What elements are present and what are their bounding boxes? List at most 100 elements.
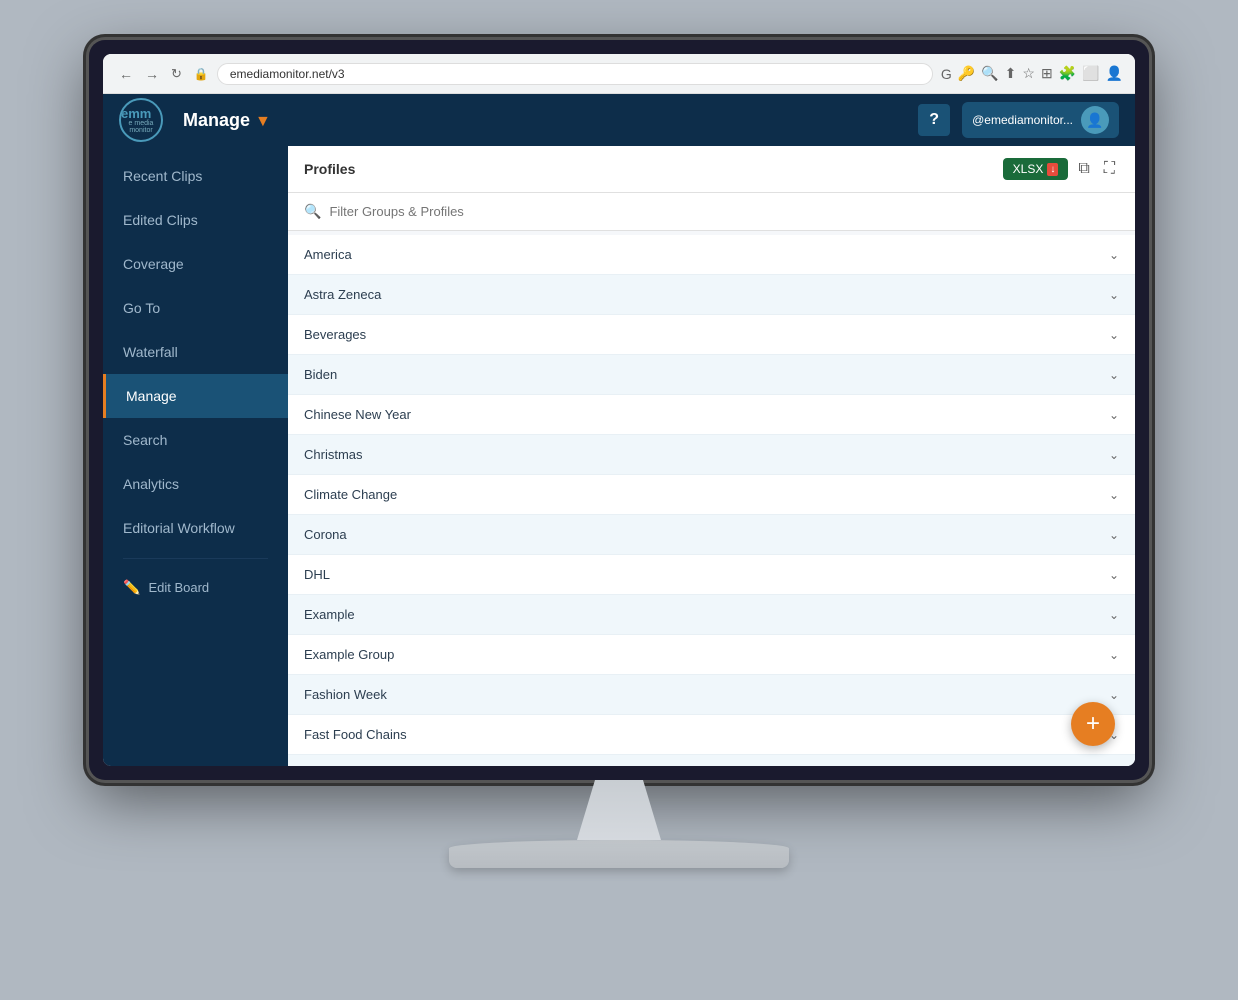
chevron-down-icon: ⌄ <box>1109 528 1119 542</box>
chevron-down-icon: ⌄ <box>1109 608 1119 622</box>
sidebar-label-analytics: Analytics <box>123 476 179 492</box>
profile-name: Fashion Week <box>304 687 387 702</box>
star-icon[interactable]: ☆ <box>1022 65 1035 82</box>
sidebar-item-coverage[interactable]: Coverage <box>103 242 288 286</box>
profile-name: Christmas <box>304 447 363 462</box>
browser-actions: G 🔑 🔍 ⬆ ☆ ⊞ 🧩 ⬜ 👤 <box>941 65 1123 82</box>
list-item[interactable]: Grayling ⌄ <box>288 755 1135 766</box>
help-button[interactable]: ? <box>918 104 950 136</box>
sidebar-label-edited-clips: Edited Clips <box>123 212 198 228</box>
address-bar[interactable]: emediamonitor.net/v3 <box>217 63 933 85</box>
profile-name: Example Group <box>304 647 394 662</box>
puzzle-icon: 🧩 <box>1059 65 1076 82</box>
sidebar-edit-board[interactable]: ✏️ Edit Board <box>103 567 288 608</box>
profile-name: Astra Zeneca <box>304 287 381 302</box>
sidebar-label-goto: Go To <box>123 300 160 316</box>
chevron-down-icon: ⌄ <box>1109 648 1119 662</box>
chevron-down-icon: ⌄ <box>1109 288 1119 302</box>
back-button[interactable]: ← <box>115 64 137 84</box>
sidebar-label-search: Search <box>123 432 167 448</box>
window-icon: ⬜ <box>1082 65 1099 82</box>
sidebar-item-search[interactable]: Search <box>103 418 288 462</box>
chevron-down-icon: ⌄ <box>1109 688 1119 702</box>
app-container: Recent Clips Edited Clips Coverage Go To… <box>103 146 1135 766</box>
chevron-down-icon: ⌄ <box>1109 568 1119 582</box>
profile-name: America <box>304 247 352 262</box>
main-content: Profiles XLSX ↓ ⧉ ⛶ 🔍 <box>288 146 1135 766</box>
sidebar-label-recent-clips: Recent Clips <box>123 168 202 184</box>
list-item[interactable]: Fashion Week ⌄ <box>288 675 1135 715</box>
browser-chrome: ← → ↻ 🔒 emediamonitor.net/v3 G 🔑 🔍 ⬆ ☆ ⊞… <box>103 54 1135 94</box>
sidebar-item-analytics[interactable]: Analytics <box>103 462 288 506</box>
list-item[interactable]: Example ⌄ <box>288 595 1135 635</box>
forward-button[interactable]: → <box>141 64 163 84</box>
profile-name: Example <box>304 607 355 622</box>
sidebar-label-coverage: Coverage <box>123 256 184 272</box>
lock-icon: 🔒 <box>194 67 209 81</box>
avatar: 👤 <box>1081 106 1109 134</box>
profile-name: Beverages <box>304 327 366 342</box>
page-title: Manage ▼ <box>183 110 906 131</box>
edit-board-label: Edit Board <box>148 580 209 595</box>
list-item[interactable]: Christmas ⌄ <box>288 435 1135 475</box>
profiles-list: America ⌄ Astra Zeneca ⌄ Beverages ⌄ B <box>288 231 1135 766</box>
copy-button[interactable]: ⧉ <box>1074 156 1093 182</box>
profile-name: Biden <box>304 367 337 382</box>
profile-name: Chinese New Year <box>304 407 411 422</box>
expand-button[interactable]: ⛶ <box>1100 156 1119 182</box>
sidebar-item-waterfall[interactable]: Waterfall <box>103 330 288 374</box>
profile-name: DHL <box>304 567 330 582</box>
list-item[interactable]: Climate Change ⌄ <box>288 475 1135 515</box>
xlsx-suffix: ↓ <box>1047 163 1058 176</box>
list-item[interactable]: Astra Zeneca ⌄ <box>288 275 1135 315</box>
monitor-neck <box>559 780 679 840</box>
user-area[interactable]: @emediamonitor... 👤 <box>962 102 1119 138</box>
profile-icon: 👤 <box>1106 65 1123 82</box>
logo-subtext: e media monitor <box>121 120 161 134</box>
chevron-down-icon: ⌄ <box>1109 248 1119 262</box>
sidebar-item-manage[interactable]: Manage <box>103 374 288 418</box>
list-item[interactable]: Beverages ⌄ <box>288 315 1135 355</box>
logo-circle: emm e media monitor <box>119 98 163 142</box>
zoom-icon: 🔍 <box>981 65 998 82</box>
list-item[interactable]: Corona ⌄ <box>288 515 1135 555</box>
chevron-down-icon: ⌄ <box>1109 368 1119 382</box>
logo-area: emm e media monitor <box>119 98 163 142</box>
user-name: @emediamonitor... <box>972 113 1073 127</box>
content-title: Profiles <box>304 161 355 177</box>
filter-input[interactable] <box>329 204 1119 219</box>
refresh-button[interactable]: ↻ <box>167 64 186 84</box>
chevron-down-icon: ⌄ <box>1109 448 1119 462</box>
xlsx-button[interactable]: XLSX ↓ <box>1003 158 1069 180</box>
logo-text: emm <box>121 107 161 120</box>
sidebar-label-waterfall: Waterfall <box>123 344 178 360</box>
edit-board-icon: ✏️ <box>123 579 140 596</box>
profile-name: Corona <box>304 527 347 542</box>
sidebar-item-recent-clips[interactable]: Recent Clips <box>103 154 288 198</box>
sidebar-item-goto[interactable]: Go To <box>103 286 288 330</box>
content-header: Profiles XLSX ↓ ⧉ ⛶ <box>288 146 1135 193</box>
google-icon: G <box>941 66 952 82</box>
list-item[interactable]: America ⌄ <box>288 235 1135 275</box>
sidebar: Recent Clips Edited Clips Coverage Go To… <box>103 146 288 766</box>
sidebar-label-editorial-workflow: Editorial Workflow <box>123 520 235 536</box>
list-item[interactable]: Fast Food Chains ⌄ <box>288 715 1135 755</box>
nav-arrows: ← → ↻ <box>115 64 186 84</box>
sidebar-item-editorial-workflow[interactable]: Editorial Workflow <box>103 506 288 550</box>
search-icon: 🔍 <box>304 203 321 220</box>
profile-name: Fast Food Chains <box>304 727 407 742</box>
sidebar-item-edited-clips[interactable]: Edited Clips <box>103 198 288 242</box>
monitor-base <box>449 840 789 868</box>
tab-icon: ⊞ <box>1041 65 1053 82</box>
sidebar-label-manage: Manage <box>126 388 177 404</box>
filter-bar: 🔍 <box>288 193 1135 231</box>
header-actions: XLSX ↓ ⧉ ⛶ <box>1003 156 1119 182</box>
filter-icon[interactable]: ▼ <box>255 113 271 130</box>
list-item[interactable]: DHL ⌄ <box>288 555 1135 595</box>
list-item[interactable]: Chinese New Year ⌄ <box>288 395 1135 435</box>
profile-name: Climate Change <box>304 487 397 502</box>
add-profile-button[interactable]: + <box>1071 702 1115 746</box>
list-item[interactable]: Example Group ⌄ <box>288 635 1135 675</box>
xlsx-label: XLSX <box>1013 162 1044 176</box>
list-item[interactable]: Biden ⌄ <box>288 355 1135 395</box>
